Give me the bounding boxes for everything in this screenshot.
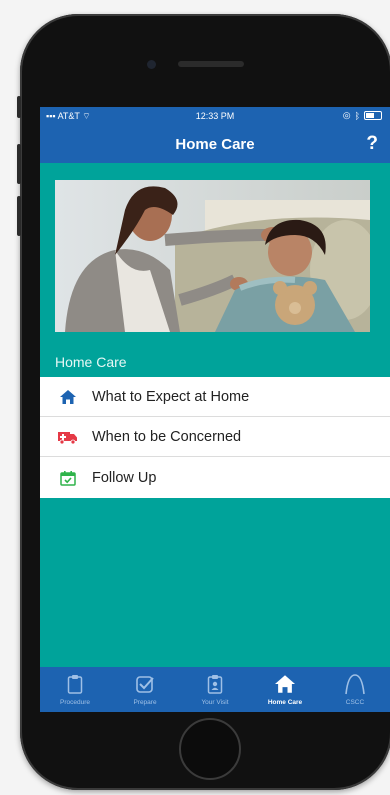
app-screen: ▪▪▪ AT&T ⌔ 12:33 PM ◎ ᛒ Home Care ? Home…	[40, 107, 390, 712]
tab-cscc[interactable]: CSCC	[320, 667, 390, 712]
hero-image	[55, 180, 370, 332]
page-title: Home Care	[175, 136, 255, 153]
calendar-check-icon	[58, 468, 78, 488]
menu-item-label: What to Expect at Home	[92, 388, 250, 405]
volume-down-button	[17, 196, 21, 236]
clipboard-person-icon	[207, 672, 223, 696]
tab-your-visit[interactable]: Your Visit	[180, 667, 250, 712]
menu-item-when-to-be-concerned[interactable]: When to be Concerned	[40, 417, 390, 457]
tab-label: Prepare	[133, 699, 157, 706]
phone-home-button[interactable]	[179, 718, 241, 780]
tab-bar: Procedure Prepare Your Visit Home Care C…	[40, 667, 390, 712]
checkbox-icon	[135, 672, 155, 696]
ambulance-icon	[58, 427, 78, 447]
location-icon: ◎	[342, 110, 351, 120]
tab-label: Procedure	[60, 699, 90, 706]
section-label: Home Care	[55, 354, 127, 370]
help-button[interactable]: ?	[366, 133, 378, 155]
status-time: 12:33 PM	[195, 111, 235, 121]
menu-item-what-to-expect[interactable]: What to Expect at Home	[40, 377, 390, 417]
clipboard-icon	[67, 672, 83, 696]
tab-prepare[interactable]: Prepare	[110, 667, 180, 712]
menu-item-label: When to be Concerned	[92, 428, 242, 445]
bluetooth-icon: ᛒ	[354, 110, 360, 121]
menu-item-follow-up[interactable]: Follow Up	[40, 457, 390, 498]
home-icon	[58, 387, 78, 407]
home-care-menu: What to Expect at Home When to be Concer…	[40, 377, 390, 498]
status-icons: ◎ ᛒ	[343, 110, 382, 121]
status-bar: ▪▪▪ AT&T ⌔ 12:33 PM ◎ ᛒ	[40, 107, 390, 125]
battery-icon	[364, 111, 382, 120]
arch-logo-icon	[344, 672, 366, 696]
menu-item-label: Follow Up	[92, 469, 157, 486]
tab-label: CSCC	[345, 699, 365, 706]
hero-illustration	[55, 180, 370, 332]
mute-switch	[17, 96, 21, 118]
tab-procedure[interactable]: Procedure	[40, 667, 110, 712]
volume-up-button	[17, 144, 21, 184]
tab-home-care[interactable]: Home Care	[250, 667, 320, 712]
front-camera	[147, 60, 156, 69]
nav-bar: Home Care ?	[40, 125, 390, 163]
earpiece-speaker	[178, 61, 244, 67]
tab-label: Home Care	[267, 699, 303, 706]
tab-label: Your Visit	[201, 699, 229, 706]
home-icon	[275, 672, 295, 696]
